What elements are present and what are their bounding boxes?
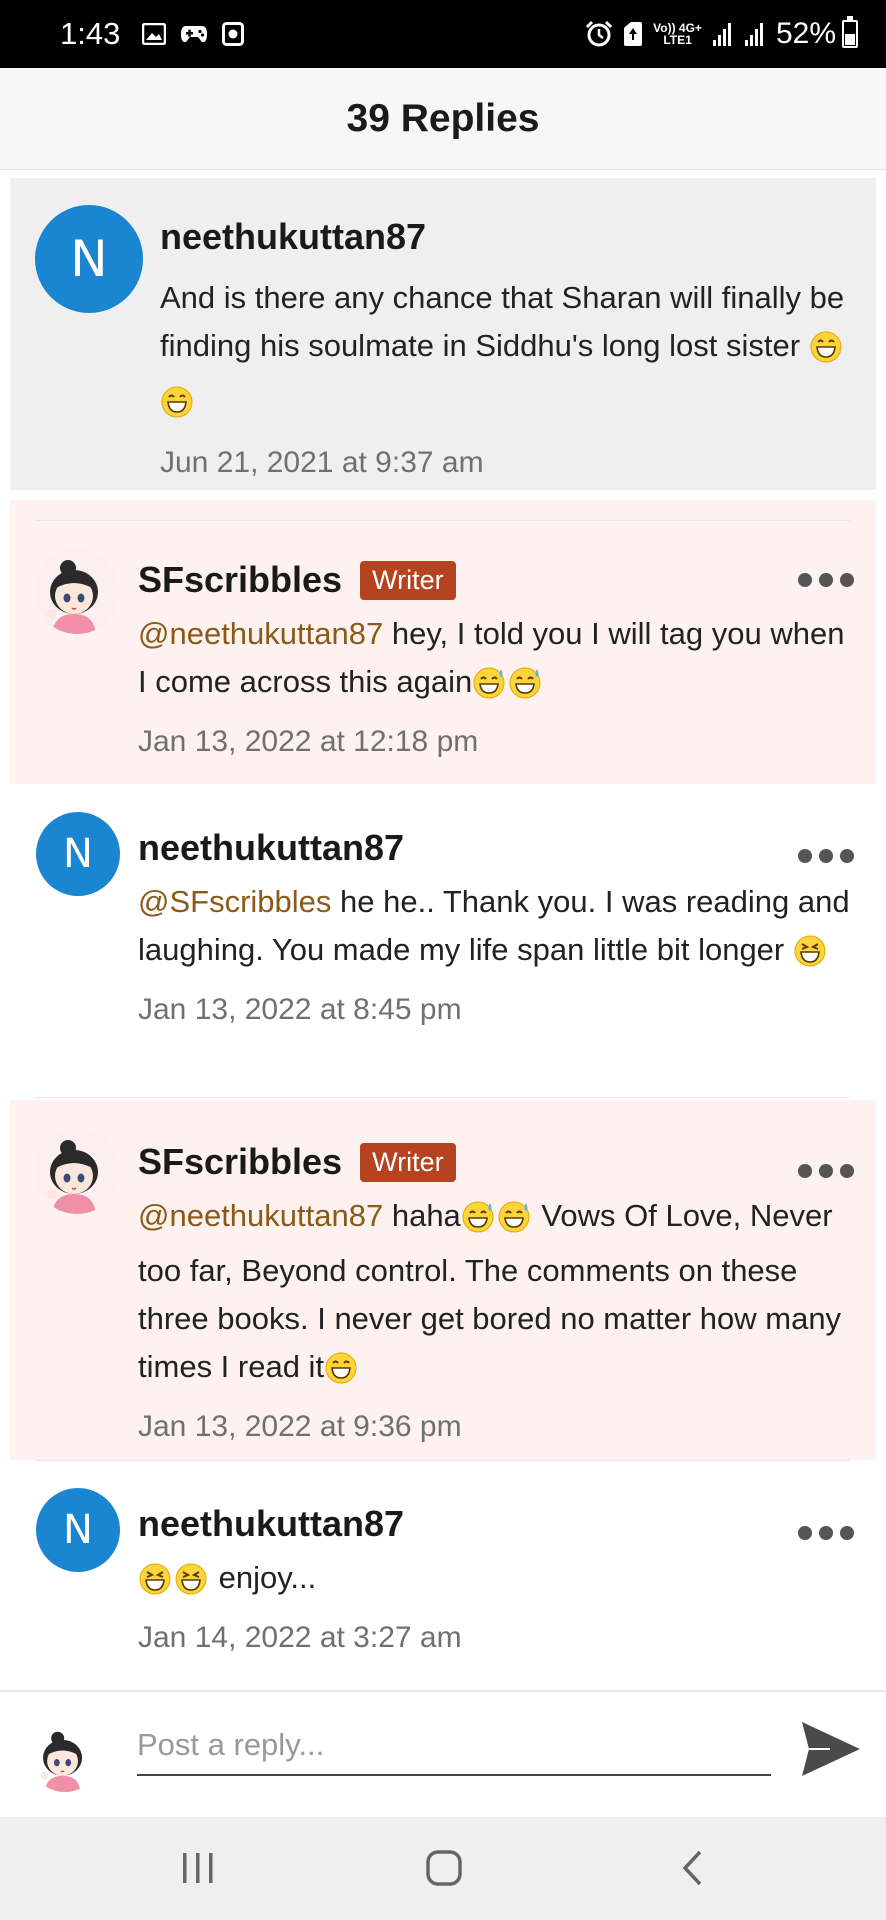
grinning-squinting-emoji-icon [139,1561,173,1609]
grinning-emoji-icon [161,384,193,432]
divider [36,1460,850,1461]
send-icon [802,1722,860,1776]
alarm-icon [585,20,613,48]
divider [36,520,850,521]
status-right-group: Vo)) 4G+ LTE1 52% [585,16,858,51]
grinning-emoji-icon [325,1350,357,1398]
name-row: neethukuttan87 [138,1500,858,1548]
grinning-emoji-icon [810,329,842,377]
reply-date: Jan 14, 2022 at 3:27 am [138,1621,462,1654]
data-saver-icon [623,21,643,47]
mention-link[interactable]: @SFscribbles [138,884,331,919]
reply-text: @SFscribbles he he.. Thank you. I was re… [138,878,858,981]
battery-percent: 52% [775,17,836,50]
writer-badge: Writer [360,1142,456,1182]
reply-item: SFscribbles Writer @neethukuttan87 hey, … [10,500,876,784]
mention-link[interactable]: @neethukuttan87 [138,1198,383,1233]
comment-text: And is there any chance that Sharan will… [160,274,860,432]
signal-icon [712,21,734,47]
home-icon [426,1850,462,1886]
reply-body: neethukuttan87 @SFscribbles he he.. Than… [138,824,858,1027]
reply-item: N neethukuttan87 enjoy... Jan 14, 2022 a… [10,1460,876,1686]
status-bar: 1:43 Vo)) 4G+ LTE1 52% [0,0,886,68]
reply-text-content: enjoy... [210,1560,317,1595]
grinning-squinting-emoji-icon [175,1561,209,1609]
reply-input[interactable] [137,1716,771,1776]
avatar[interactable] [34,1128,120,1214]
reply-body: SFscribbles Writer @neethukuttan87 haha … [138,1138,858,1444]
home-button[interactable] [416,1843,472,1893]
reply-text-content: haha [383,1198,461,1233]
sweat-smile-emoji-icon [473,665,507,713]
recent-apps-button[interactable] [170,1843,226,1893]
back-button[interactable] [664,1843,720,1893]
reply-body: SFscribbles Writer @neethukuttan87 hey, … [138,556,858,759]
reply-text: @neethukuttan87 haha Vows Of Love, Never… [138,1192,858,1398]
username[interactable]: neethukuttan87 [138,827,404,869]
writer-badge: Writer [360,560,456,600]
comment-date: Jun 21, 2021 at 9:37 am [160,446,484,479]
reply-date: Jan 13, 2022 at 8:45 pm [138,993,462,1026]
avatar[interactable]: N [36,1488,120,1572]
parent-comment: N neethukuttan87 And is there any chance… [10,178,876,490]
username[interactable]: SFscribbles [138,559,342,601]
name-row: neethukuttan87 [138,824,858,872]
system-nav-bar [0,1817,886,1920]
username[interactable]: SFscribbles [138,1141,342,1183]
reply-body: neethukuttan87 enjoy... Jan 14, 2022 at … [138,1500,858,1655]
reply-date: Jan 13, 2022 at 9:36 pm [138,1410,462,1443]
sweat-smile-emoji-icon [462,1199,496,1247]
network-type-bottom: LTE1 [663,33,692,47]
reply-text: @neethukuttan87 hey, I told you I will t… [138,610,858,713]
reply-item: SFscribbles Writer @neethukuttan87 haha … [10,1100,876,1460]
back-icon [682,1850,702,1886]
reply-date: Jan 13, 2022 at 12:18 pm [138,725,479,758]
battery-icon [842,16,858,48]
battery-fill [845,34,855,45]
signal-icon-2 [744,21,766,47]
name-row: SFscribbles Writer [138,1138,858,1186]
avatar[interactable]: N [36,812,120,896]
comment-text-content: And is there any chance that Sharan will… [160,280,845,363]
sweat-smile-emoji-icon [509,665,543,713]
recent-apps-icon [183,1853,213,1883]
avatar[interactable] [34,548,120,634]
username[interactable]: neethukuttan87 [138,1503,404,1545]
sweat-smile-emoji-icon [498,1199,532,1247]
page-title: 39 Replies [346,96,540,140]
reply-item: N neethukuttan87 @SFscribbles he he.. Th… [10,786,876,1098]
status-time: 1:43 [60,16,121,51]
reply-composer [0,1690,886,1817]
current-user-avatar [30,1722,100,1792]
mention-link[interactable]: @neethukuttan87 [138,616,383,651]
avatar[interactable]: N [35,205,143,313]
game-controller-icon [180,23,208,45]
gallery-icon [142,23,167,45]
network-type: Vo)) 4G+ LTE1 [653,22,702,46]
header: 39 Replies [0,68,886,170]
screen-recorder-icon [222,22,245,46]
reply-text: enjoy... [138,1554,858,1609]
name-row: SFscribbles Writer [138,556,858,604]
send-button[interactable] [800,1720,862,1778]
grinning-squinting-emoji-icon [794,933,828,981]
parent-comment-body: neethukuttan87 And is there any chance t… [160,216,860,480]
username[interactable]: neethukuttan87 [160,216,860,258]
divider [36,1097,850,1098]
